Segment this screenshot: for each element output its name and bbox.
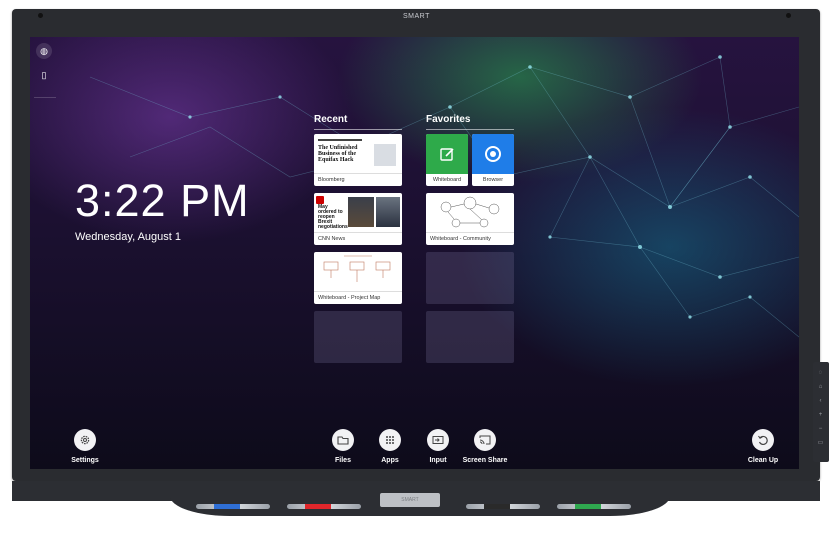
volume-down-icon[interactable]: − <box>817 426 824 433</box>
recent-title: Recent <box>314 114 348 125</box>
whiteboard-diagram-thumbnail <box>426 193 514 233</box>
pen-color-band <box>214 504 240 509</box>
screen-share-label: Screen Share <box>462 457 508 464</box>
settings-button[interactable] <box>74 429 96 451</box>
pen-color-band <box>575 504 601 509</box>
back-icon[interactable]: ‹ <box>817 398 824 405</box>
screen-share-button[interactable] <box>474 429 496 451</box>
brand-logo: SMART <box>403 13 430 20</box>
recent-tile-project-map[interactable]: Whiteboard - Project Map <box>314 252 402 304</box>
home-icon[interactable]: ⌂ <box>817 384 824 391</box>
favorite-tile-empty <box>426 252 514 304</box>
bezel-sensor-left <box>38 13 43 18</box>
usb-port-icon: ▭ <box>817 440 824 446</box>
green-pen[interactable] <box>557 504 631 509</box>
clock-time: 3:22 PM <box>75 175 250 226</box>
favorite-label: Whiteboard <box>432 177 462 183</box>
side-control-panel: ◌ ⌂ ‹ + − ▭ <box>813 362 829 462</box>
pen-color-band <box>305 504 331 509</box>
recent-tile-cnn[interactable]: May ordered to reopen Brexit negotiation… <box>314 193 402 245</box>
cast-icon <box>479 435 491 445</box>
whiteboard-sketch-thumbnail <box>314 252 402 292</box>
clean-up-button[interactable] <box>752 429 774 451</box>
apps-button[interactable] <box>379 429 401 451</box>
recent-tile-label: Bloomberg <box>314 173 402 186</box>
home-screen: ◍ ▯ 3:22 PM Wednesday, August 1 Recent T… <box>30 37 799 469</box>
favorite-tile-empty <box>426 311 514 363</box>
recent-tile-label: Whiteboard - Project Map <box>314 291 402 304</box>
user-icon: ◍ <box>40 45 48 56</box>
phone-icon: ▯ <box>41 69 47 80</box>
files-label: Files <box>335 457 351 464</box>
bezel-sensor-right <box>786 13 791 18</box>
device-button[interactable]: ▯ <box>36 67 52 83</box>
favorites-divider <box>426 129 514 130</box>
black-pen[interactable] <box>466 504 540 509</box>
input-button[interactable] <box>427 429 449 451</box>
sidebar-divider <box>34 97 56 98</box>
blue-pen[interactable] <box>196 504 270 509</box>
gear-icon <box>80 435 90 445</box>
favorite-whiteboard[interactable]: Whiteboard <box>426 134 468 186</box>
recent-tile-empty <box>314 311 402 363</box>
grid-icon <box>386 436 394 444</box>
recent-headline: May ordered to reopen Brexit negotiation… <box>318 204 348 230</box>
files-button[interactable] <box>332 429 354 451</box>
clean-up-label: Clean Up <box>747 457 779 464</box>
red-pen[interactable] <box>287 504 361 509</box>
newspaper-thumbnail: The Unfinished Business of the Equifax H… <box>314 134 402 174</box>
eraser[interactable]: SMART <box>380 493 440 507</box>
favorites-title: Favorites <box>426 114 471 125</box>
favorite-browser[interactable]: Browser <box>472 134 514 186</box>
clock-date: Wednesday, August 1 <box>75 231 181 243</box>
user-avatar-button[interactable]: ◍ <box>36 43 52 59</box>
apps-label: Apps <box>381 457 399 464</box>
volume-up-icon[interactable]: + <box>817 412 824 419</box>
undo-icon <box>758 435 768 446</box>
folder-icon <box>337 436 349 445</box>
favorite-label: Browser <box>482 177 504 183</box>
network-background <box>89 55 799 338</box>
power-icon[interactable]: ◌ <box>817 370 824 377</box>
news-photo-thumbnail: May ordered to reopen Brexit negotiation… <box>314 193 402 233</box>
input-icon <box>432 436 444 444</box>
favorite-whiteboard-community[interactable]: Whiteboard - Community <box>426 193 514 245</box>
recent-headline: The Unfinished Business of the Equifax H… <box>318 145 358 163</box>
chrome-icon <box>485 146 501 162</box>
favorite-tile-label: Whiteboard - Community <box>426 232 514 245</box>
whiteboard-pen-icon <box>440 148 454 161</box>
recent-tile-label: CNN News <box>314 232 402 245</box>
settings-label: Settings <box>71 457 99 464</box>
pen-color-band <box>484 504 510 509</box>
recent-tile-bloomberg[interactable]: The Unfinished Business of the Equifax H… <box>314 134 402 186</box>
recent-divider <box>314 129 402 130</box>
